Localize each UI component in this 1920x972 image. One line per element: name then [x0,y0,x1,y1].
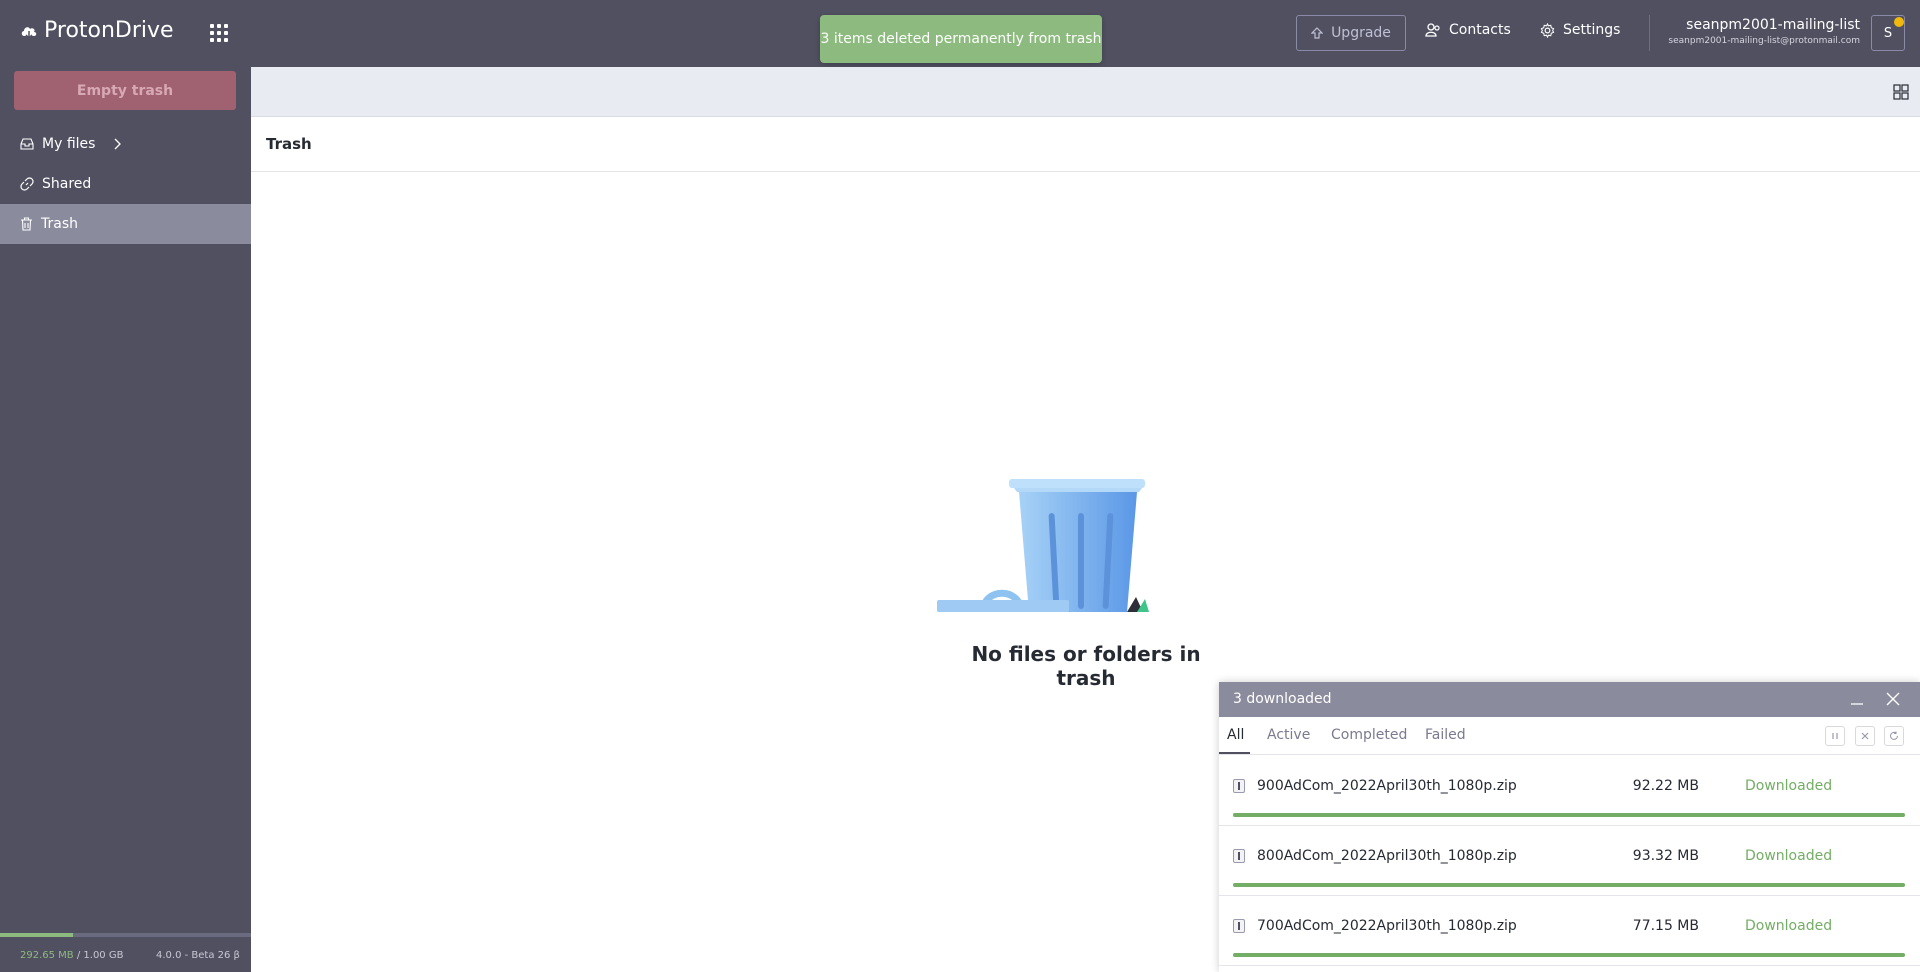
storage-used: 292.65 MB [20,950,74,961]
storage-bar-fill [0,933,73,937]
pause-icon [1832,733,1838,739]
close-icon [1861,732,1869,740]
transfer-status: Downloaded [1745,918,1833,934]
upgrade-arrow-icon [1311,27,1324,39]
empty-trash-illustration [937,479,1149,612]
trash-icon [21,217,32,231]
transfer-progress-bar [1233,953,1905,957]
upgrade-button[interactable]: Upgrade [1296,15,1406,51]
minimize-icon[interactable] [1849,690,1865,708]
tab-all[interactable]: All [1227,727,1244,743]
transfer-file-name: 800AdCom_2022April30th_1080p.zip [1257,848,1517,864]
transfer-progress-fill [1233,813,1905,817]
chevron-right-icon[interactable] [113,138,122,150]
contacts-button[interactable]: Contacts [1425,22,1511,38]
pause-all-button[interactable] [1825,726,1845,746]
app-version: 4.0.0 - Beta 26 β [156,950,240,961]
transfer-status: Downloaded [1745,848,1833,864]
transfer-manager-header: 3 downloaded [1219,682,1920,717]
logo-text: ProtonDrive [44,18,174,43]
transfer-file-size: 93.32 MB [1632,848,1699,864]
sidebar-item-my-files[interactable]: My files [0,124,251,164]
notification-toast: 3 items deleted permanently from trash [820,15,1102,63]
refresh-icon [1889,731,1899,740]
toolbar [251,67,1920,117]
link-icon [20,177,34,191]
grid-layout-icon[interactable] [1892,83,1910,101]
storage-text: 292.65 MB / 1.00 GB [20,950,123,961]
empty-state-message: No files or folders in trash [971,642,1201,690]
transfer-file-name: 700AdCom_2022April30th_1080p.zip [1257,918,1517,934]
transfer-row: 700AdCom_2022April30th_1080p.zip 77.15 M… [1219,896,1920,966]
sidebar-item-label: Trash [41,216,78,232]
toast-message: 3 items deleted permanently from trash [820,31,1102,47]
transfer-tabs: All Active Completed Failed [1219,717,1920,755]
user-name[interactable]: seanpm2001-mailing-list [1660,17,1860,33]
empty-trash-button[interactable]: Empty trash [14,71,236,110]
upgrade-label: Upgrade [1331,25,1391,41]
cancel-all-button[interactable] [1855,726,1875,746]
top-header: ProtonDrive 3 items deleted permanently … [0,0,1920,67]
inbox-icon [20,138,34,150]
transfer-manager-title: 3 downloaded [1233,691,1332,707]
contacts-label: Contacts [1449,22,1511,38]
storage-bar [0,933,251,937]
zip-file-icon [1233,779,1245,793]
transfer-progress-bar [1233,813,1905,817]
transfer-progress-fill [1233,883,1905,887]
transfer-file-size: 92.22 MB [1632,778,1699,794]
breadcrumb[interactable]: Trash [266,135,312,153]
transfer-row: 800AdCom_2022April30th_1080p.zip 93.32 M… [1219,826,1920,896]
contacts-icon [1425,23,1440,37]
transfer-row: 900AdCom_2022April30th_1080p.zip 92.22 M… [1219,756,1920,826]
proton-drive-logo[interactable]: ProtonDrive [20,18,174,43]
sidebar-item-trash[interactable]: Trash [0,204,251,244]
transfer-status: Downloaded [1745,778,1833,794]
transfer-progress-bar [1233,883,1905,887]
proton-cloud-icon [21,26,37,39]
apps-grid-icon[interactable] [208,22,230,44]
transfer-file-name: 900AdCom_2022April30th_1080p.zip [1257,778,1517,794]
sidebar-item-shared[interactable]: Shared [0,164,251,204]
zip-file-icon [1233,849,1245,863]
storage-total: / 1.00 GB [73,950,124,961]
gear-icon [1540,22,1555,38]
close-icon[interactable] [1885,691,1901,707]
empty-trash-label: Empty trash [76,82,174,99]
breadcrumb-bar: Trash [251,117,1920,172]
transfer-file-size: 77.15 MB [1632,918,1699,934]
zip-file-icon [1233,919,1245,933]
notification-dot [1894,17,1904,27]
transfer-manager: 3 downloaded All Active Completed Failed… [1219,682,1920,972]
sidebar-item-label: Shared [42,176,92,192]
transfer-progress-fill [1233,953,1905,957]
active-tab-indicator [1219,752,1250,754]
sidebar: Empty trash My files Shared Trash 292.65… [0,67,251,972]
sidebar-item-label: My files [42,136,96,152]
restart-all-button[interactable] [1884,726,1904,746]
tab-failed[interactable]: Failed [1425,727,1466,743]
tab-completed[interactable]: Completed [1331,727,1407,743]
user-email[interactable]: seanpm2001-mailing-list@protonmail.com [1600,36,1860,46]
tab-active[interactable]: Active [1267,727,1310,743]
avatar-initial: S [1883,25,1893,41]
